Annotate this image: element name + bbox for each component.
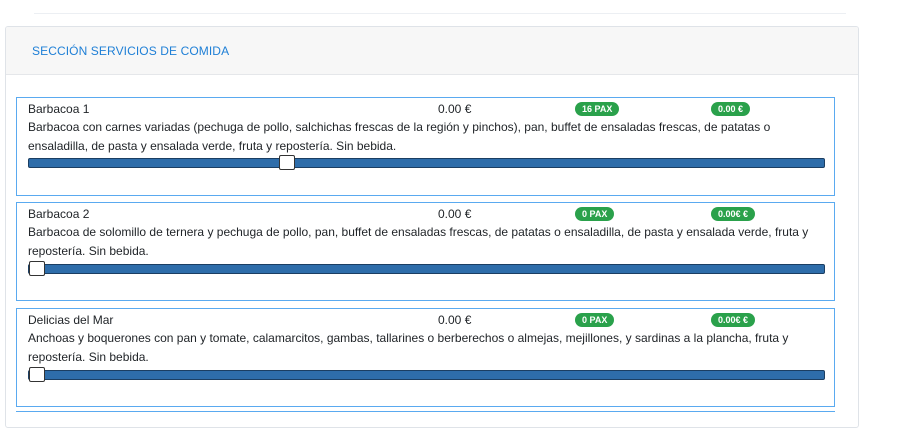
slider-thumb[interactable] (29, 261, 45, 276)
item-header: Barbacoa 2 0.00 € 0 PAX 0.00€ € (28, 205, 823, 223)
pax-slider[interactable] (28, 155, 825, 170)
item-header: Delicias del Mar 0.00 € 0 PAX 0.00€ € (28, 311, 823, 329)
top-divider (34, 13, 846, 14)
item-name: Barbacoa 2 (28, 207, 90, 221)
item-description: Barbacoa con carnes variadas (pechuga de… (28, 120, 771, 153)
item-description: Anchoas y boquerones con pan y tomate, c… (28, 331, 789, 364)
slider-thumb[interactable] (279, 155, 296, 170)
pax-slider[interactable] (28, 261, 825, 276)
item-name: Delicias del Mar (28, 313, 114, 327)
item-name: Barbacoa 1 (28, 102, 90, 116)
menu-item-barbacoa-1: Barbacoa 1 0.00 € 16 PAX 0.00 € Barbacoa… (16, 97, 835, 196)
pax-badge: 0 PAX (575, 207, 615, 221)
total-badge: 0.00€ € (711, 207, 756, 221)
menu-item-barbacoa-2: Barbacoa 2 0.00 € 0 PAX 0.00€ € Barbacoa… (16, 202, 835, 301)
pax-badge: 0 PAX (575, 313, 615, 327)
item-description: Barbacoa de solomillo de ternera y pechu… (28, 225, 809, 258)
pax-badge: 16 PAX (575, 102, 620, 116)
pax-slider[interactable] (28, 367, 825, 382)
section-title: SECCIÓN SERVICIOS DE COMIDA (6, 27, 858, 75)
item-header: Barbacoa 1 0.00 € 16 PAX 0.00 € (28, 100, 823, 118)
total-badge: 0.00 € (711, 102, 751, 116)
item-price: 0.00 € (438, 207, 472, 221)
menu-item-delicias-del-mar: Delicias del Mar 0.00 € 0 PAX 0.00€ € An… (16, 308, 835, 407)
item-price: 0.00 € (438, 313, 472, 327)
total-badge: 0.00€ € (711, 313, 756, 327)
slider-thumb[interactable] (29, 367, 45, 382)
item-price: 0.00 € (438, 102, 472, 116)
